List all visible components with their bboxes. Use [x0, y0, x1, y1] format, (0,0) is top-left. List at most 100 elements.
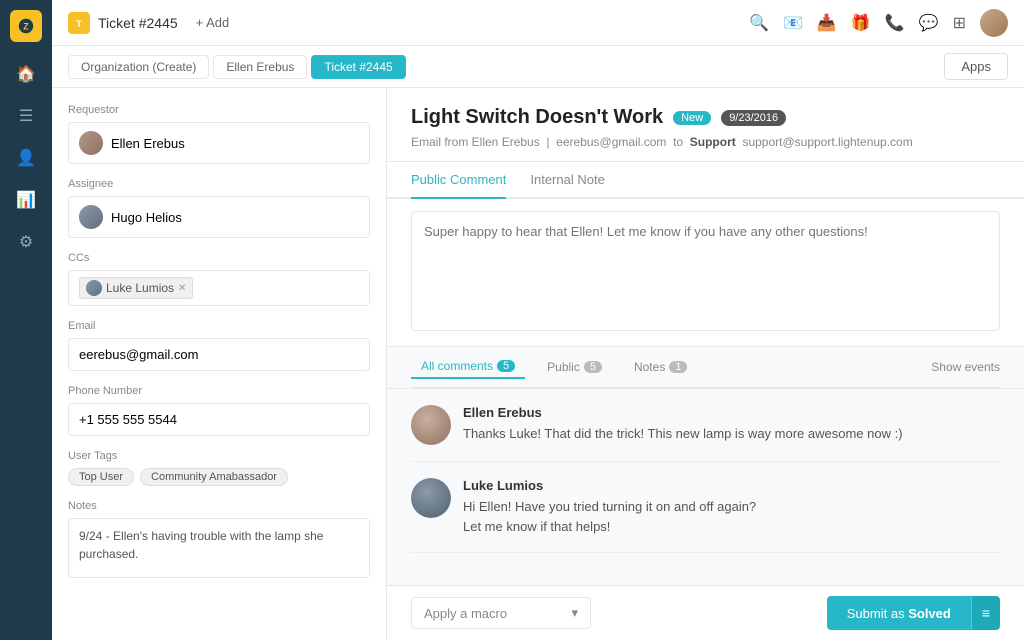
sidebar-item-tickets[interactable]: ☰ [8, 98, 44, 134]
email-icon[interactable]: 📧 [783, 13, 803, 33]
email-field[interactable]: eerebus@gmail.com [68, 338, 370, 371]
phone-field[interactable]: +1 555 555 5544 [68, 403, 370, 436]
ticket-title-row: Light Switch Doesn't Work New 9/23/2016 [411, 106, 1000, 129]
requestor-name: Ellen Erebus [111, 136, 185, 151]
breadcrumb-user[interactable]: Ellen Erebus [213, 55, 307, 79]
all-comments-count: 5 [497, 360, 515, 372]
content-area: Requestor Ellen Erebus Assignee Hugo Hel… [52, 88, 1024, 640]
ccs-field: Luke Lumios ✕ [68, 270, 370, 306]
comment-avatar-2 [411, 478, 451, 518]
requestor-field: Ellen Erebus [68, 122, 370, 164]
notes-field[interactable]: 9/24 - Ellen's having trouble with the l… [68, 518, 370, 578]
tab-internal-note[interactable]: Internal Note [530, 162, 604, 199]
filter-all-comments[interactable]: All comments 5 [411, 355, 525, 379]
bottom-bar: Apply a macro ▾ Submit as Solved ≡ [387, 585, 1024, 640]
breadcrumb: Organization (Create) Ellen Erebus Ticke… [52, 46, 1024, 88]
requestor-label: Requestor [68, 104, 370, 116]
table-row: Luke Lumios Hi Ellen! Have you tried tur… [411, 462, 1000, 553]
comment-text-1: Thanks Luke! That did the trick! This ne… [463, 424, 1000, 444]
phone-label: Phone Number [68, 385, 370, 397]
filter-public[interactable]: Public 5 [537, 356, 612, 378]
filter-tabs-container: All comments 5 Public 5 Notes 1 Show eve… [387, 347, 1024, 389]
right-panel: Light Switch Doesn't Work New 9/23/2016 … [387, 88, 1024, 640]
svg-text:Z: Z [23, 22, 29, 32]
phone-icon[interactable]: 📞 [885, 13, 905, 33]
chevron-down-icon: ▾ [571, 605, 578, 621]
show-events[interactable]: Show events [931, 360, 1000, 374]
cc-tag: Luke Lumios ✕ [79, 277, 193, 299]
assignee-field: Hugo Helios [68, 196, 370, 238]
comment-body-2: Luke Lumios Hi Ellen! Have you tried tur… [463, 478, 1000, 536]
left-panel: Requestor Ellen Erebus Assignee Hugo Hel… [52, 88, 387, 640]
download-icon[interactable]: 📥 [817, 13, 837, 33]
meta-email: eerebus@gmail.com [556, 135, 666, 149]
meta-to: to [673, 135, 683, 149]
topbar-title: T Ticket #2445 [68, 12, 178, 34]
reply-area [387, 199, 1024, 347]
cc-name: Luke Lumios [106, 281, 174, 295]
public-count: 5 [584, 361, 602, 373]
menu-icon: ≡ [982, 605, 990, 621]
ticket-title: Light Switch Doesn't Work [411, 106, 663, 129]
ticket-meta: Email from Ellen Erebus | eerebus@gmail.… [411, 135, 1000, 149]
ccs-label: CCs [68, 252, 370, 264]
cc-remove-icon[interactable]: ✕ [178, 283, 186, 294]
phone-value: +1 555 555 5544 [79, 412, 177, 427]
topbar-actions: 🔍 📧 📥 🎁 📞 💬 ⊞ [749, 9, 1008, 37]
main-content: T Ticket #2445 + Add 🔍 📧 📥 🎁 📞 💬 ⊞ Organ… [52, 0, 1024, 640]
search-icon[interactable]: 🔍 [749, 13, 769, 33]
tags-label: User Tags [68, 450, 370, 462]
comments-list: Ellen Erebus Thanks Luke! That did the t… [387, 389, 1024, 585]
sidebar-item-users[interactable]: 👤 [8, 140, 44, 176]
filter-tabs: All comments 5 Public 5 Notes 1 Show eve… [411, 347, 1000, 388]
filter-notes[interactable]: Notes 1 [624, 356, 697, 378]
table-row: Ellen Erebus Thanks Luke! That did the t… [411, 389, 1000, 462]
sidebar-item-reports[interactable]: 📊 [8, 182, 44, 218]
cc-avatar [86, 280, 102, 296]
reply-textarea[interactable] [411, 211, 1000, 331]
ticket-icon: T [68, 12, 90, 34]
assignee-name: Hugo Helios [111, 210, 182, 225]
tag-top-user: Top User [68, 468, 134, 486]
assignee-avatar [79, 205, 103, 229]
badge-date: 9/23/2016 [721, 110, 786, 126]
topbar: T Ticket #2445 + Add 🔍 📧 📥 🎁 📞 💬 ⊞ [52, 0, 1024, 46]
breadcrumb-ticket[interactable]: Ticket #2445 [311, 55, 405, 79]
notes-label: Notes [68, 500, 370, 512]
user-avatar[interactable] [980, 9, 1008, 37]
sidebar-item-settings[interactable]: ⚙ [8, 224, 44, 260]
meta-support: Support [690, 135, 736, 149]
submit-dropdown-button[interactable]: ≡ [971, 596, 1000, 630]
gift-icon[interactable]: 🎁 [851, 13, 871, 33]
email-label: Email [68, 320, 370, 332]
comment-tabs: Public Comment Internal Note [387, 162, 1024, 199]
tags-row: Top User Community Amabassador [68, 468, 370, 486]
topbar-title-text: Ticket #2445 [98, 15, 178, 31]
assignee-label: Assignee [68, 178, 370, 190]
add-button[interactable]: + Add [196, 15, 230, 30]
svg-text:T: T [76, 19, 82, 29]
sidebar-item-home[interactable]: 🏠 [8, 56, 44, 92]
ticket-header: Light Switch Doesn't Work New 9/23/2016 … [387, 88, 1024, 162]
submit-solved-button[interactable]: Submit as Solved [827, 596, 971, 630]
email-value: eerebus@gmail.com [79, 347, 198, 362]
apps-button[interactable]: Apps [944, 53, 1008, 80]
comment-author-2: Luke Lumios [463, 478, 1000, 493]
comment-text-2: Hi Ellen! Have you tried turning it on a… [463, 497, 1000, 536]
apps-grid-icon[interactable]: ⊞ [953, 13, 966, 33]
requestor-avatar [79, 131, 103, 155]
app-logo: Z [10, 10, 42, 42]
meta-support-email: support@support.lightenup.com [742, 135, 912, 149]
comment-body-1: Ellen Erebus Thanks Luke! That did the t… [463, 405, 1000, 445]
macro-placeholder: Apply a macro [424, 606, 507, 621]
meta-from: Email from Ellen Erebus [411, 135, 540, 149]
tab-public-comment[interactable]: Public Comment [411, 162, 506, 199]
sidebar: Z 🏠 ☰ 👤 📊 ⚙ [0, 0, 52, 640]
submit-group: Submit as Solved ≡ [827, 596, 1000, 630]
breadcrumb-org[interactable]: Organization (Create) [68, 55, 209, 79]
comment-avatar-1 [411, 405, 451, 445]
macro-select[interactable]: Apply a macro ▾ [411, 597, 591, 629]
chat-icon[interactable]: 💬 [919, 13, 939, 33]
tag-community: Community Amabassador [140, 468, 288, 486]
comment-author-1: Ellen Erebus [463, 405, 1000, 420]
